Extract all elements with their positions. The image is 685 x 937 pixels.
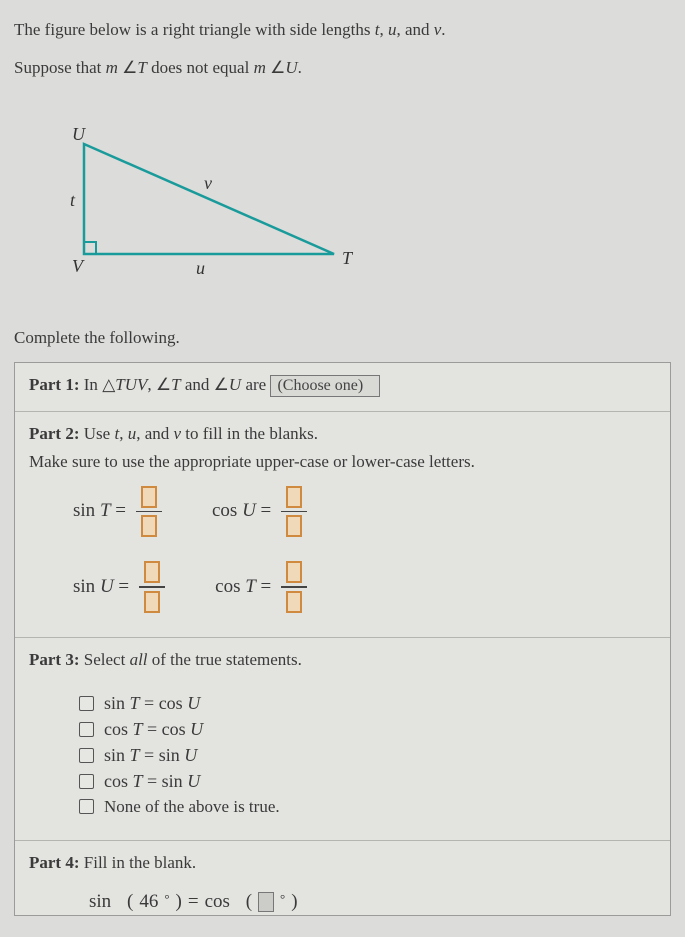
cos-angle-input[interactable]	[258, 892, 274, 912]
angle-icon: ∠	[156, 375, 171, 394]
vertex-U: U	[72, 124, 86, 144]
cosU-numerator-input[interactable]	[286, 486, 302, 508]
vertex-V: V	[72, 256, 85, 276]
triangle-figure: U V T t u v	[14, 94, 671, 304]
checkbox-4[interactable]	[79, 774, 94, 789]
intro-text: The figure below is a right triangle wit…	[14, 18, 671, 80]
part3-label: Part 3:	[29, 650, 80, 669]
part4-equation: sin (46°) = cos (°)	[29, 881, 656, 913]
equation-cosU: cos U =	[212, 486, 307, 538]
intro-line1: The figure below is a right triangle wit…	[14, 20, 375, 39]
side-v: v	[204, 173, 212, 193]
part1-label: Part 1:	[29, 375, 80, 394]
part2-hint: Make sure to use the appropriate upper-c…	[29, 452, 656, 472]
option-3: sin T = sin U	[79, 745, 656, 766]
answer-panel: Part 1: In △TUV, ∠T and ∠U are (Choose o…	[14, 362, 671, 916]
cosU-denominator-input[interactable]	[286, 515, 302, 537]
relationship-dropdown[interactable]: (Choose one)	[270, 375, 380, 397]
option-1: sin T = cos U	[79, 693, 656, 714]
sinT-denominator-input[interactable]	[141, 515, 157, 537]
option-none: None of the above is true.	[79, 797, 656, 817]
cosT-denominator-input[interactable]	[286, 591, 302, 613]
sinU-numerator-input[interactable]	[144, 561, 160, 583]
sinU-denominator-input[interactable]	[144, 591, 160, 613]
part-1: Part 1: In △TUV, ∠T and ∠U are (Choose o…	[15, 363, 670, 411]
equation-cosT: cos T =	[215, 561, 307, 613]
vertex-T: T	[342, 248, 354, 268]
angle-icon: ∠	[270, 58, 285, 77]
part-4: Part 4: Fill in the blank. sin (46°) = c…	[15, 840, 670, 915]
side-t: t	[70, 190, 76, 210]
side-u: u	[196, 258, 205, 278]
option-2: cos T = cos U	[79, 719, 656, 740]
angle-icon: ∠	[214, 375, 229, 394]
equation-sinT: sin T =	[73, 486, 162, 538]
equation-sinU: sin U =	[73, 561, 165, 613]
part-2: Part 2: Use t, u, and v to fill in the b…	[15, 411, 670, 637]
part-3: Part 3: Select all of the true statement…	[15, 637, 670, 840]
triangle-icon: △	[102, 375, 115, 394]
cosT-numerator-input[interactable]	[286, 561, 302, 583]
checkbox-none[interactable]	[79, 799, 94, 814]
option-4: cos T = sin U	[79, 771, 656, 792]
part2-label: Part 2:	[29, 424, 80, 443]
checkbox-1[interactable]	[79, 696, 94, 711]
checkbox-3[interactable]	[79, 748, 94, 763]
complete-heading: Complete the following.	[14, 328, 671, 348]
angle-icon: ∠	[122, 58, 137, 77]
part4-label: Part 4:	[29, 853, 80, 872]
checkbox-2[interactable]	[79, 722, 94, 737]
sinT-numerator-input[interactable]	[141, 486, 157, 508]
